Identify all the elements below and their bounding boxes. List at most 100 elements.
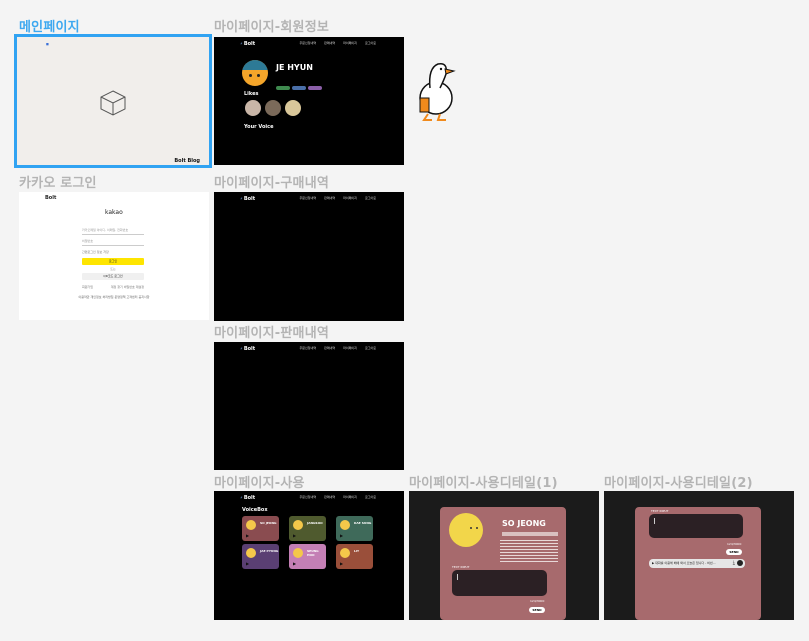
frame-label-sales[interactable]: 마이페이지-판매내역 (214, 322, 329, 341)
tag-pill (276, 86, 290, 90)
audio-player[interactable]: ▶ 대화를 이용해 배에 와서 오늘은 입니다 - 비빈... ⤓ (649, 559, 745, 568)
nav-item[interactable]: 주문신청내역 (300, 495, 317, 499)
frame-label-usage-detail-2[interactable]: 마이페이지-사용디테일(2) (604, 472, 753, 491)
nav-item[interactable]: 마이페이지 (343, 41, 357, 45)
voicebox-title: VoiceBox (242, 507, 268, 513)
frame-usage-detail-1[interactable]: SO JEONG TEXT INPUT 124/3000 SEND (409, 491, 599, 620)
frame-label-main[interactable]: 메인페이지 (19, 16, 80, 35)
nav-item[interactable]: 판매내역 (324, 346, 335, 350)
profile-logo: Bolt (240, 41, 255, 47)
voice-card[interactable]: JANGSOO ▶ (289, 516, 326, 541)
voice-card-name: LIT (354, 549, 360, 553)
play-icon[interactable]: ▶ (246, 533, 249, 538)
nav-item[interactable]: 판매내역 (324, 41, 335, 45)
voice-title: Your Voice (244, 124, 274, 130)
frame-label-usage-detail-1[interactable]: 마이페이지-사용디테일(1) (409, 472, 558, 491)
text-input[interactable] (452, 570, 547, 596)
kakao-links: 회원가입 계정 찾기 비밀번호 재설정 (82, 285, 144, 289)
frame-label-purchases[interactable]: 마이페이지-구매내역 (214, 172, 329, 191)
download-icon[interactable]: ⤓ (733, 560, 735, 566)
keep-login-checkbox[interactable]: 간편로그인 정보 저장 (82, 250, 144, 254)
voice-tags (502, 532, 558, 536)
frame-sales[interactable]: Bolt 주문신청내역 판매내역 마이페이지 로그아웃 (214, 342, 404, 470)
nav-item[interactable]: 로그아웃 (365, 41, 376, 45)
qr-login-button[interactable]: QR코드 로그인 (82, 273, 144, 280)
profile-nav: 주문신청내역 판매내역 마이페이지 로그아웃 (300, 41, 376, 45)
more-icon[interactable] (737, 560, 743, 566)
kakao-password-field[interactable]: 비밀번호 (82, 239, 144, 246)
frame-usage-detail-2[interactable]: TEXT INPUT 124/3000 SEND ▶ 대화를 이용해 배에 와서… (604, 491, 794, 620)
frame-label-kakao-login[interactable]: 카카오 로그인 (19, 172, 97, 191)
purchases-nav: 주문신청내역 판매내역 마이페이지 로그아웃 (300, 196, 376, 200)
figma-canvas: 메인페이지 ■ Bolt Blog 마이페이지-회원정보 Bolt 주문신청내역… (0, 0, 809, 641)
likes-title: Likes (244, 91, 259, 97)
liked-voice-avatar[interactable] (245, 100, 261, 116)
text-input-label: TEXT INPUT (651, 509, 669, 513)
nav-item[interactable]: 마이페이지 (343, 346, 357, 350)
nav-item[interactable]: 주문신청내역 (300, 41, 317, 45)
send-button[interactable]: SEND (726, 549, 742, 555)
find-account-link[interactable]: 계정 찾기 비밀번호 재설정 (111, 285, 144, 289)
voice-card-name: KAE SUNG (354, 521, 372, 525)
voice-detail-dialog: SO JEONG TEXT INPUT 124/3000 SEND (440, 507, 566, 620)
voice-avatar (449, 513, 483, 547)
user-name: JE HYUN (276, 63, 313, 72)
voice-card[interactable]: JAE PYUNG ▶ (242, 544, 279, 569)
voice-card[interactable]: KAE SUNG ▶ (336, 516, 373, 541)
char-counter: 124/3000 (727, 542, 742, 546)
kakao-brand: kakao (105, 209, 123, 216)
play-icon[interactable]: ▶ (340, 561, 343, 566)
frame-kakao-login[interactable]: Bolt kakao 카카오메일 아이디, 이메일, 전화번호 비밀번호 간편로… (19, 192, 209, 320)
voice-card-name: JANGSOO (307, 521, 323, 525)
play-icon[interactable]: ▶ (340, 533, 343, 538)
frame-profile[interactable]: Bolt 주문신청내역 판매내역 마이페이지 로그아웃 JE HYUN Like… (214, 37, 404, 165)
play-icon[interactable]: ▶ (246, 561, 249, 566)
voice-card-name: SEUNG HOO (307, 549, 319, 557)
frame-purchases[interactable]: Bolt 주문신청내역 판매내역 마이페이지 로그아웃 (214, 192, 404, 321)
tag-pill (308, 86, 322, 90)
kakao-id-field[interactable]: 카카오메일 아이디, 이메일, 전화번호 (82, 228, 144, 235)
voice-card-name: SO JEONG (260, 521, 277, 525)
nav-item[interactable]: 로그아웃 (365, 346, 376, 350)
liked-voice-avatar[interactable] (285, 100, 301, 116)
nav-item[interactable]: 로그아웃 (365, 196, 376, 200)
voice-card[interactable]: SO JEONG ▶ (242, 516, 279, 541)
frame-label-usage[interactable]: 마이페이지-사용 (214, 472, 305, 491)
voice-name: SO JEONG (502, 519, 546, 528)
voice-card[interactable]: LIT ▶ (336, 544, 373, 569)
avatar (242, 60, 268, 86)
char-counter: 124/3000 (530, 599, 545, 603)
tag-pill (292, 86, 306, 90)
nav-item[interactable]: 주문신청내역 (300, 196, 317, 200)
usage-nav: 주문신청내역 판매내역 마이페이지 로그아웃 (300, 495, 376, 499)
play-icon[interactable]: ▶ (293, 533, 296, 538)
text-input-label: TEXT INPUT (452, 565, 470, 569)
kakao-login-button[interactable]: 로그인 (82, 258, 144, 265)
frame-label-profile[interactable]: 마이페이지-회원정보 (214, 16, 329, 35)
kakao-form: 카카오메일 아이디, 이메일, 전화번호 비밀번호 간편로그인 정보 저장 로그… (82, 228, 144, 289)
nav-item[interactable]: 주문신청내역 (300, 346, 317, 350)
frame-usage[interactable]: Bolt 주문신청내역 판매내역 마이페이지 로그아웃 VoiceBox SO … (214, 491, 404, 620)
tag-pills (276, 75, 324, 94)
voice-card-name: JAE PYUNG (260, 549, 279, 553)
play-icon[interactable]: ▶ (293, 561, 296, 566)
send-button[interactable]: SEND (529, 607, 545, 613)
text-input[interactable] (649, 514, 743, 538)
signup-link[interactable]: 회원가입 (82, 285, 93, 289)
purchases-logo: Bolt (240, 196, 255, 202)
liked-voice-avatar[interactable] (265, 100, 281, 116)
nav-item[interactable]: 마이페이지 (343, 196, 357, 200)
voice-card[interactable]: SEUNG HOO ▶ (289, 544, 326, 569)
nav-item[interactable]: 판매내역 (324, 196, 335, 200)
frame-main[interactable]: ■ Bolt Blog (14, 34, 212, 168)
player-text: ▶ 대화를 이용해 배에 와서 오늘은 입니다 - 비빈... (652, 561, 716, 565)
voice-description (500, 540, 558, 562)
nav-item[interactable]: 판매내역 (324, 495, 335, 499)
main-footer-text: Bolt Blog (174, 158, 200, 164)
voice-detail-dialog: TEXT INPUT 124/3000 SEND ▶ 대화를 이용해 배에 와서… (635, 507, 761, 620)
main-logo-mark: ■ (46, 42, 49, 46)
nav-item[interactable]: 로그아웃 (365, 495, 376, 499)
nav-item[interactable]: 마이페이지 (343, 495, 357, 499)
usage-logo: Bolt (240, 495, 255, 501)
cube-icon (100, 90, 126, 116)
